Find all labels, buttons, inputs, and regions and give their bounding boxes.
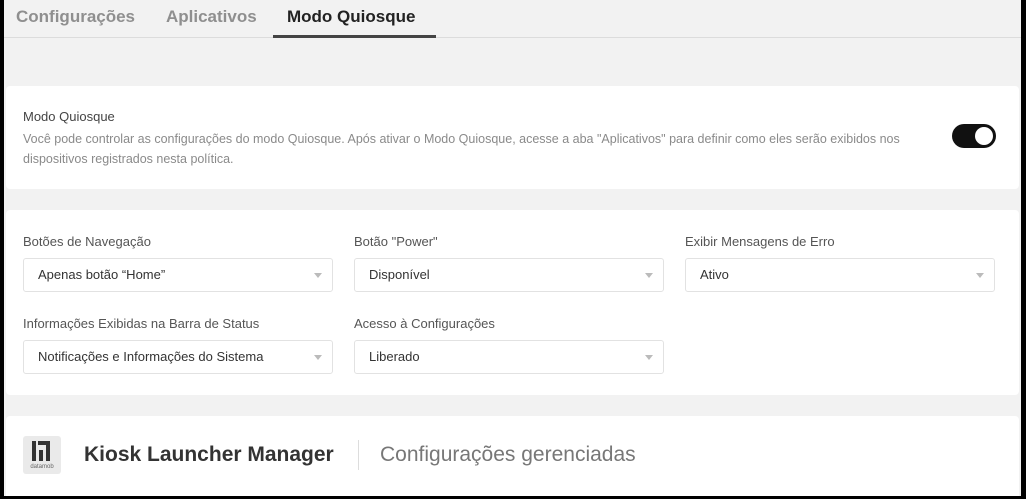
- active-tab-indicator: [273, 35, 436, 38]
- power-button-label: Botão "Power": [354, 234, 438, 249]
- logo-bars-icon: [32, 441, 50, 461]
- kiosk-launcher-card: datamob Kiosk Launcher Manager Configura…: [6, 416, 1019, 496]
- nav-buttons-label: Botões de Navegação: [23, 234, 151, 249]
- tab-aplicativos[interactable]: Aplicativos: [166, 5, 257, 38]
- kiosk-mode-toggle[interactable]: [952, 124, 996, 148]
- app-name: Kiosk Launcher Manager: [84, 443, 334, 466]
- status-bar-label: Informações Exibidas na Barra de Status: [23, 316, 260, 331]
- tab-bar: Configurações Aplicativos Modo Quiosque: [4, 0, 1021, 38]
- tab-label: Modo Quiosque: [287, 7, 416, 26]
- kiosk-mode-title: Modo Quiosque: [23, 109, 115, 124]
- tab-configuracoes[interactable]: Configurações: [16, 5, 135, 38]
- tab-label: Configurações: [16, 7, 136, 26]
- chevron-down-icon: [645, 355, 653, 360]
- error-messages-value: Ativo: [700, 267, 729, 282]
- chevron-down-icon: [976, 273, 984, 278]
- status-bar-value: Notificações e Informações do Sistema: [38, 349, 264, 364]
- datamob-logo-icon: datamob: [23, 436, 61, 474]
- error-messages-label: Exibir Mensagens de Erro: [685, 234, 835, 249]
- kiosk-mode-description: Você pode controlar as configurações do …: [23, 132, 900, 166]
- power-button-value: Disponível: [369, 267, 430, 282]
- tab-modo-quiosque[interactable]: Modo Quiosque: [273, 5, 436, 38]
- logo-text: datamob: [30, 464, 54, 470]
- power-button-select[interactable]: Disponível: [354, 258, 664, 292]
- chevron-down-icon: [645, 273, 653, 278]
- divider: [358, 440, 359, 470]
- page-frame: Configurações Aplicativos Modo Quiosque …: [4, 0, 1021, 496]
- chevron-down-icon: [314, 273, 322, 278]
- chevron-down-icon: [314, 355, 322, 360]
- toggle-knob: [975, 127, 993, 145]
- error-messages-select[interactable]: Ativo: [685, 258, 995, 292]
- managed-settings-subtitle: Configurações gerenciadas: [380, 443, 636, 466]
- settings-access-label: Acesso à Configurações: [354, 316, 495, 331]
- kiosk-mode-card: Modo Quiosque Você pode controlar as con…: [6, 86, 1019, 189]
- nav-buttons-value: Apenas botão “Home”: [38, 267, 166, 282]
- tab-label: Aplicativos: [166, 7, 257, 26]
- status-bar-select[interactable]: Notificações e Informações do Sistema: [23, 340, 333, 374]
- nav-buttons-select[interactable]: Apenas botão “Home”: [23, 258, 333, 292]
- kiosk-settings-card: Botões de Navegação Apenas botão “Home” …: [6, 210, 1019, 395]
- settings-access-value: Liberado: [369, 349, 420, 364]
- settings-access-select[interactable]: Liberado: [354, 340, 664, 374]
